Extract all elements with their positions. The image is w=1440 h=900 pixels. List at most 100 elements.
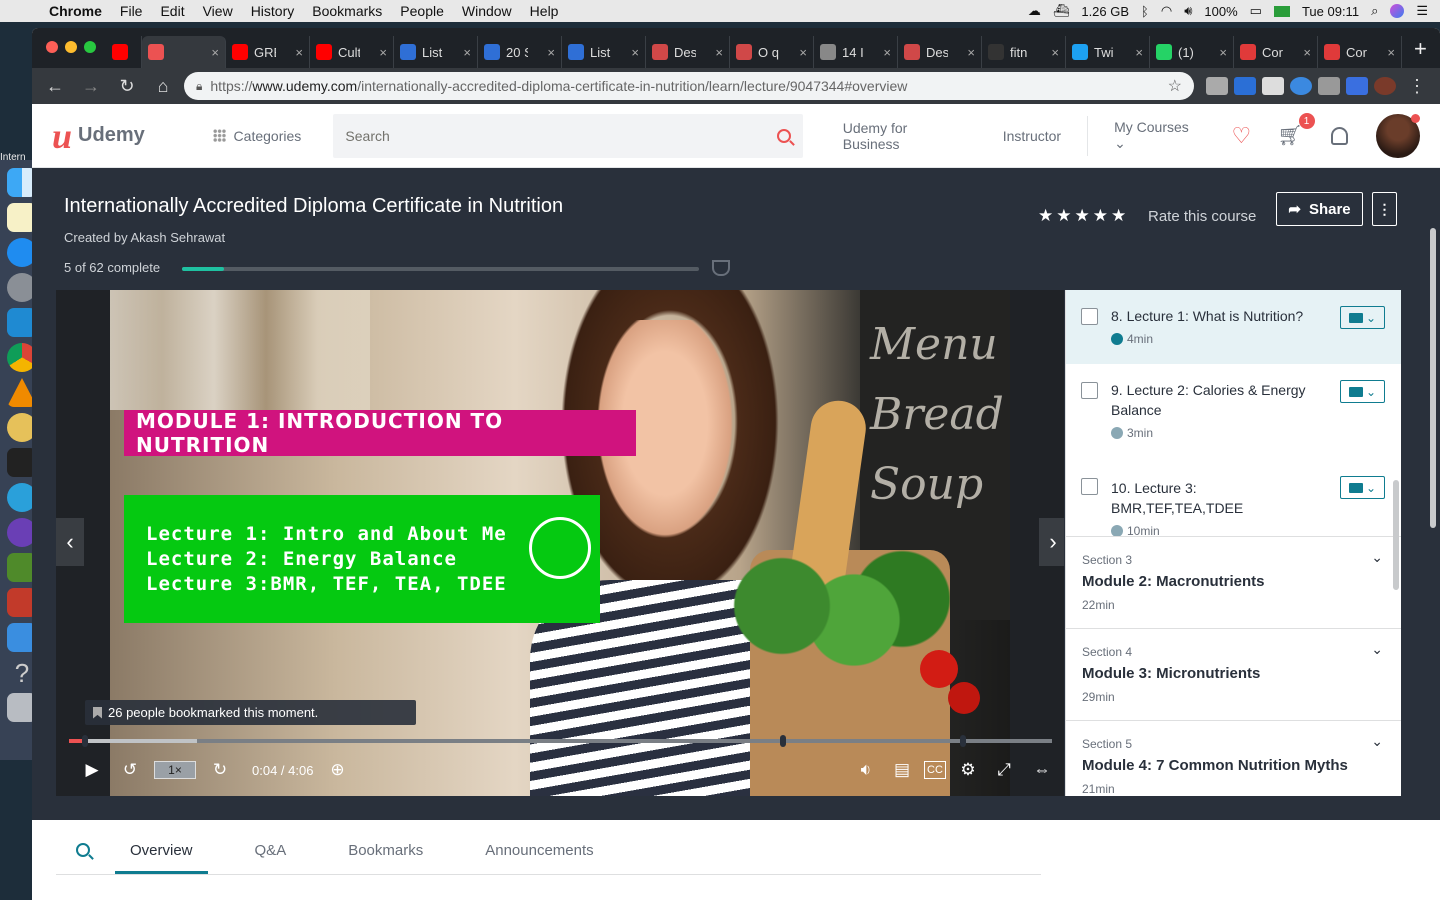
extension-icon-5[interactable] [1318, 77, 1340, 95]
forward-icon[interactable]: ↻ [206, 756, 234, 784]
minimize-window-button[interactable] [65, 41, 77, 53]
notification-bell-icon[interactable] [1330, 126, 1349, 145]
browser-tab[interactable]: fitn × [982, 36, 1066, 68]
browser-tab[interactable]: List × [562, 36, 646, 68]
lecture-item[interactable]: 10. Lecture 3: BMR,TEF,TEA,TDEE 10min ⌄ [1066, 440, 1401, 538]
browser-tab[interactable]: List × [394, 36, 478, 68]
chrome-menu-icon[interactable]: ⋮ [1402, 72, 1432, 100]
close-tab-icon[interactable]: × [547, 45, 555, 60]
close-tab-icon[interactable]: × [295, 45, 303, 60]
browser-tab[interactable]: O q × [730, 36, 814, 68]
instructor-link[interactable]: Instructor [1003, 128, 1061, 144]
video-player[interactable]: Menu Bread Soup MODULE 1: INTRODUCTION T… [56, 290, 1064, 796]
rate-course-link[interactable]: Rate this course [1148, 208, 1256, 225]
siri-icon[interactable] [1390, 4, 1405, 18]
chevron-down-icon[interactable]: ⌄ [1371, 733, 1383, 750]
trophy-icon[interactable] [712, 260, 730, 276]
lecture-complete-checkbox[interactable] [1081, 382, 1098, 399]
bookmark-star-icon[interactable]: ☆ [1168, 76, 1182, 96]
volume-icon[interactable]: 🔊︎ [1184, 3, 1192, 19]
section-header[interactable]: Section 5 Module 4: 7 Common Nutrition M… [1066, 720, 1401, 796]
playback-speed-button[interactable]: 1× [154, 761, 196, 779]
next-lecture-button[interactable]: › [1039, 518, 1064, 566]
add-bookmark-icon[interactable]: ⊕ [323, 756, 351, 784]
expand-theater-icon[interactable]: ⇔ [1028, 756, 1056, 784]
profile-avatar-icon[interactable] [1374, 77, 1396, 95]
tab-announcements[interactable]: Announcements [470, 842, 608, 874]
fullscreen-icon[interactable]: ⤢ [990, 756, 1018, 784]
battery-icon[interactable]: ▭ [1250, 3, 1262, 19]
rating-stars[interactable]: ★★★★★ [1038, 206, 1129, 226]
search-icon[interactable] [776, 128, 791, 143]
section-header[interactable]: Section 4 Module 3: Micronutrients 29min… [1066, 628, 1401, 720]
browser-tab[interactable]: Cor × [1318, 36, 1402, 68]
lecture-item[interactable]: 8. Lecture 1: What is Nutrition? 4min ⌄ [1066, 290, 1401, 364]
back-arrow-icon[interactable]: ← [40, 72, 70, 100]
docker-icon[interactable]: ⛴ [1053, 3, 1070, 19]
zoom-window-button[interactable] [84, 41, 96, 53]
browser-tab[interactable]: Des × [898, 36, 982, 68]
close-tab-icon[interactable]: × [1303, 45, 1311, 60]
flag-icon[interactable] [1273, 5, 1290, 17]
menu-help[interactable]: Help [521, 3, 568, 19]
bookmark-marker[interactable] [960, 735, 966, 747]
close-tab-icon[interactable]: × [967, 45, 975, 60]
transcript-icon[interactable]: ▤ [888, 756, 916, 784]
browser-tab[interactable]: GRE × [226, 36, 310, 68]
tab-search[interactable] [56, 843, 105, 874]
extension-icon-1[interactable] [1206, 77, 1228, 95]
spotlight-icon[interactable]: ⌕ [1371, 3, 1378, 19]
close-tab-icon[interactable]: × [631, 45, 639, 60]
browser-tab[interactable]: 14 I × [814, 36, 898, 68]
bookmark-marker[interactable] [780, 735, 786, 747]
browser-tab[interactable]: Cult × [310, 36, 394, 68]
course-title[interactable]: Internationally Accredited Diploma Certi… [64, 195, 563, 218]
close-tab-icon[interactable]: × [799, 45, 807, 60]
menu-file[interactable]: File [111, 3, 152, 19]
creative-cloud-icon[interactable]: ☁ [1028, 3, 1041, 19]
close-tab-icon[interactable]: × [379, 45, 387, 60]
udemy-for-business-link[interactable]: Udemy for Business [843, 120, 967, 152]
resources-button[interactable]: ⌄ [1340, 476, 1385, 499]
browser-tab[interactable] [106, 36, 142, 68]
captions-icon[interactable]: CC [924, 761, 946, 779]
extension-icon-4[interactable] [1290, 77, 1312, 95]
close-tab-icon[interactable]: × [1387, 45, 1395, 60]
close-tab-icon[interactable]: × [211, 45, 219, 60]
browser-tab[interactable]: (1) × [1150, 36, 1234, 68]
home-icon[interactable]: ⌂ [148, 72, 178, 100]
cart-icon[interactable]: 🛒︎ 1 [1277, 113, 1315, 148]
menu-window[interactable]: Window [453, 3, 521, 19]
new-tab-button[interactable]: + [1402, 36, 1439, 68]
wifi-icon[interactable]: ◠ [1161, 3, 1172, 19]
menu-bookmarks[interactable]: Bookmarks [303, 3, 391, 19]
volume-icon[interactable]: 🔉︎ [852, 756, 880, 784]
notification-center-icon[interactable]: ☰ [1416, 3, 1428, 19]
wishlist-heart-icon[interactable]: ♡ [1231, 123, 1251, 149]
my-courses-dropdown[interactable]: My Courses ⌄ [1114, 119, 1203, 152]
avatar[interactable] [1376, 113, 1420, 158]
search-input[interactable] [345, 127, 777, 144]
menu-view[interactable]: View [194, 3, 242, 19]
browser-tab[interactable]: Des × [646, 36, 730, 68]
close-tab-icon[interactable]: × [883, 45, 891, 60]
lecture-item[interactable]: 9. Lecture 2: Calories & Energy Balance … [1066, 364, 1401, 440]
extension-icon-3[interactable] [1262, 77, 1284, 95]
chevron-down-icon[interactable]: ⌄ [1371, 549, 1383, 566]
menu-edit[interactable]: Edit [151, 3, 193, 19]
lecture-complete-checkbox[interactable] [1081, 308, 1098, 325]
share-button[interactable]: ➦ Share [1276, 192, 1363, 226]
sidebar-scrollbar[interactable] [1393, 480, 1399, 590]
tab-qa[interactable]: Q&A [240, 842, 302, 874]
udemy-logo[interactable]: u Udemy [52, 115, 191, 157]
chevron-down-icon[interactable]: ⌄ [1371, 641, 1383, 658]
tab-overview[interactable]: Overview [115, 842, 208, 874]
forward-arrow-icon[interactable]: → [76, 72, 106, 100]
address-bar[interactable]: 🔒︎ https:// www.udemy.com /international… [184, 72, 1194, 100]
close-tab-icon[interactable]: × [1051, 45, 1059, 60]
resources-button[interactable]: ⌄ [1340, 306, 1385, 329]
categories-button[interactable]: Categories [212, 128, 322, 144]
page-scrollbar[interactable] [1430, 228, 1436, 528]
browser-tab[interactable]: Twi × [1066, 36, 1150, 68]
browser-tab[interactable]: Cor × [1234, 36, 1318, 68]
